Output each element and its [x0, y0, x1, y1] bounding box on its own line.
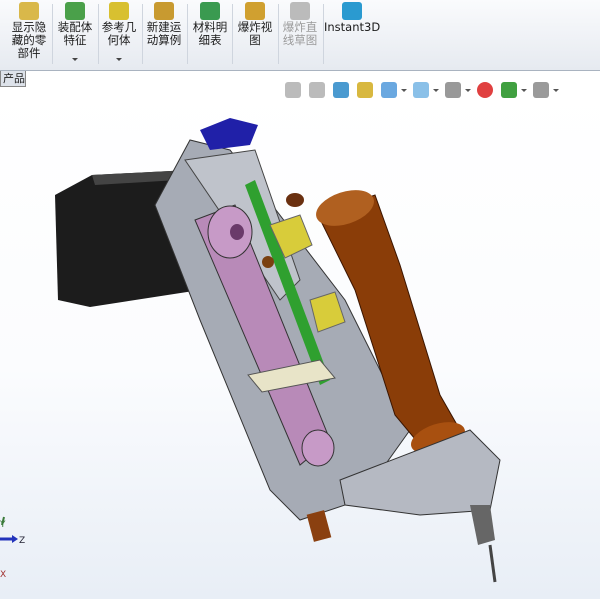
display-style-button[interactable] [410, 80, 440, 100]
instant3d-icon [342, 2, 362, 20]
view-settings-button[interactable] [530, 80, 560, 100]
section-view-button[interactable] [354, 80, 376, 100]
zoom-to-area-icon [309, 82, 325, 98]
button-label: 材料明 细表 [192, 20, 228, 47]
explode-line-sketch-icon [290, 2, 310, 20]
button-label: 新建运 动算例 [146, 20, 182, 47]
button-label: 显示隐 藏的零 部件 [11, 20, 47, 60]
button-label: 装配体 特征 [57, 20, 93, 47]
graphics-area[interactable] [0, 87, 600, 599]
button-label: 爆炸直 线草图 [282, 20, 318, 47]
edit-appearance-button[interactable] [474, 80, 496, 100]
zoom-to-fit-icon [285, 82, 301, 98]
toolbar-button-7[interactable]: Instant3D [324, 0, 380, 68]
zoom-to-fit-button[interactable] [282, 80, 304, 100]
heads-up-view-toolbar [282, 80, 560, 100]
assembly-model [55, 118, 501, 583]
previous-view-button[interactable] [330, 80, 352, 100]
button-label: 参考几 何体 [101, 20, 137, 47]
exploded-view-icon [245, 2, 265, 20]
button-label: 爆炸视 图 [237, 20, 273, 47]
toolbar-button-3[interactable]: 新建运 动算例 [143, 0, 185, 68]
separator [232, 4, 233, 64]
view-orientation-icon [381, 82, 397, 98]
zoom-to-area-button[interactable] [306, 80, 328, 100]
triad-y-label: Y [0, 520, 6, 530]
triad-x-label: X [0, 570, 6, 580]
command-manager-toolbar: 显示隐 藏的零 部件 装配体 特征 参考几 何体 新建运 动算例 材料明 细表 爆炸视 图… [0, 0, 600, 71]
toolbar-button-4[interactable]: 材料明 细表 [190, 0, 230, 68]
bill-of-materials-icon [200, 2, 220, 20]
assembly-features-icon [65, 2, 85, 20]
toolbar-button-1[interactable]: 装配体 特征 [54, 0, 96, 68]
tab-product[interactable]: 产品 [0, 71, 26, 87]
separator [187, 4, 188, 64]
toolbar-button-0[interactable]: 显示隐 藏的零 部件 [8, 0, 50, 68]
toolbar-button-2[interactable]: 参考几 何体 [98, 0, 140, 68]
triad-z-label: Z [19, 536, 25, 546]
button-label: Instant3D [324, 20, 381, 34]
reference-geometry-icon [109, 2, 129, 20]
apply-scene-button[interactable] [498, 80, 528, 100]
new-motion-study-icon [154, 2, 174, 20]
chevron-down-icon[interactable] [116, 58, 122, 64]
separator [52, 4, 53, 64]
section-view-icon [357, 82, 373, 98]
axis-triad: Y Z X [0, 515, 30, 585]
apply-scene-icon [501, 82, 517, 98]
view-orientation-button[interactable] [378, 80, 408, 100]
display-style-icon [413, 82, 429, 98]
toolbar-button-6[interactable]: 爆炸直 线草图 [279, 0, 321, 68]
toolbar-button-5[interactable]: 爆炸视 图 [234, 0, 276, 68]
view-settings-icon [533, 82, 549, 98]
chevron-down-icon[interactable] [72, 58, 78, 64]
edit-appearance-icon [477, 82, 493, 98]
hide-show-items-button[interactable] [442, 80, 472, 100]
show-hidden-components-icon [19, 2, 39, 20]
previous-view-icon [333, 82, 349, 98]
hide-show-items-icon [445, 82, 461, 98]
